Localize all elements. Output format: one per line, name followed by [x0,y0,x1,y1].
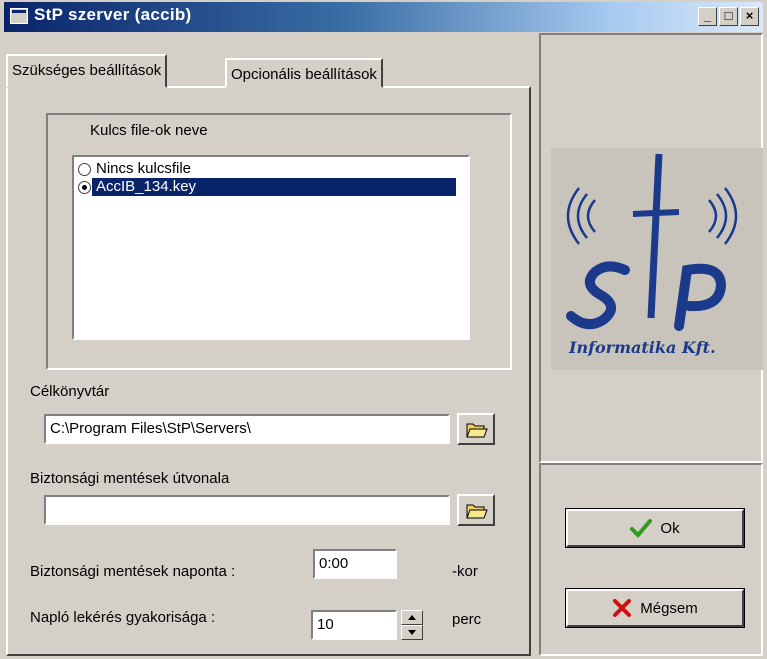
backup-time-suffix: -kor [452,563,478,580]
target-dir-input[interactable]: C:\Program Files\StP\Servers\ [44,414,450,444]
stp-logo: Informatika Kft. [551,148,763,370]
key-files-label: Kulcs file-ok neve [90,122,208,139]
tab-optional-settings[interactable]: Opcionális beállítások [225,58,383,88]
folder-icon [466,423,488,438]
folder-icon [466,504,488,519]
target-dir-label: Célkönyvtár [30,383,110,400]
backup-path-input[interactable] [44,495,450,525]
window-title: StP szerver (accib) [34,5,192,24]
backup-path-label: Biztonsági mentések útvonala [30,470,230,487]
window-icon [10,8,28,24]
stp-server-window: StP szerver (accib) _ □ × Szükséges beál… [0,0,767,659]
title-bar[interactable]: StP szerver (accib) _ □ × [4,2,763,32]
backup-time-input[interactable]: 0:00 [313,549,397,579]
close-button[interactable]: × [740,7,759,26]
list-item-selected[interactable]: AccIB_134.key [91,177,457,197]
list-item[interactable]: Nincs kulcsfile [92,160,195,178]
arrow-up-icon [408,615,416,620]
stp-logo-graphic [566,153,738,331]
minimize-button[interactable]: _ [698,7,717,26]
backup-daily-label: Biztonsági mentések naponta : [30,563,236,580]
key-files-list[interactable]: Nincs kulcsfile AccIB_134.key [72,155,470,340]
spin-down-button[interactable] [401,625,423,640]
radio-no-keyfile[interactable] [78,163,91,176]
ok-button-label: Ok [660,519,680,537]
logo-subtitle: Informatika Kft. [569,338,716,357]
spin-up-button[interactable] [401,610,423,625]
radio-accib-key[interactable] [78,181,91,194]
button-frame [539,463,763,656]
cancel-button-label: Mégsem [640,599,698,617]
browse-backup-path-button[interactable] [457,494,495,526]
log-freq-input[interactable]: 10 [311,610,397,640]
maximize-button[interactable]: □ [719,7,738,26]
log-freq-label: Napló lekérés gyakorisága : [30,609,216,626]
log-freq-spinner[interactable] [401,610,423,640]
checkmark-icon [630,519,653,538]
cancel-button[interactable]: Mégsem [565,588,745,628]
tab-required-settings[interactable]: Szükséges beállítások [6,54,168,88]
x-icon [613,599,632,617]
browse-target-dir-button[interactable] [457,413,495,445]
ok-button[interactable]: Ok [565,508,745,548]
arrow-down-icon [408,630,416,635]
log-freq-suffix: perc [452,611,482,628]
